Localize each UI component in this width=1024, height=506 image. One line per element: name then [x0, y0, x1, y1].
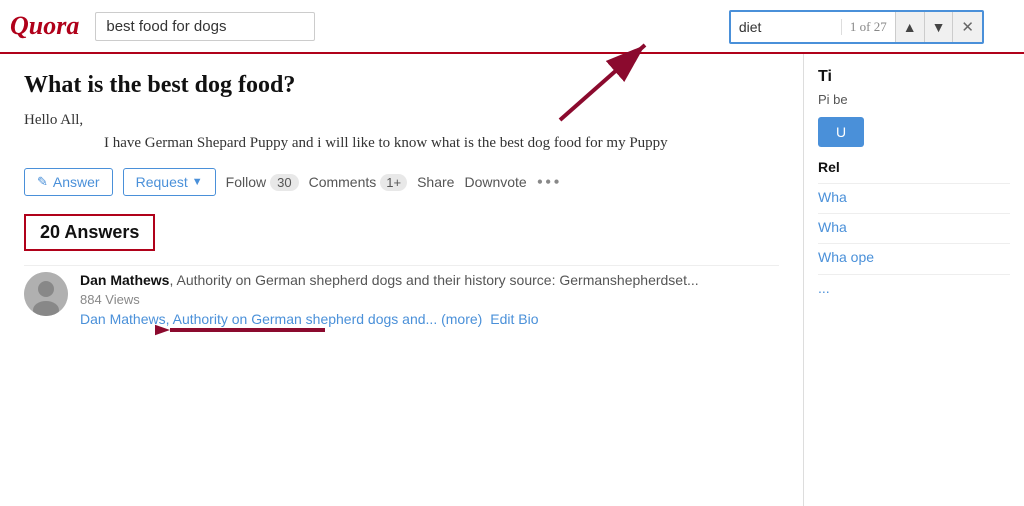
find-close-button[interactable]: ✕ [952, 12, 982, 42]
avatar [24, 272, 68, 316]
avatar-image [24, 272, 68, 316]
comments-link[interactable]: Comments 1+ [309, 174, 408, 191]
related-item-2[interactable]: Wha ope [818, 248, 1010, 266]
related-item-3[interactable]: ... [818, 279, 1010, 297]
more-button[interactable]: ••• [537, 172, 562, 193]
find-count: 1 of 27 [841, 19, 895, 35]
top-bar: Quora 1 of 27 ▲ ▼ ✕ [0, 0, 1024, 54]
find-prev-button[interactable]: ▲ [895, 12, 924, 42]
answers-count: 20 Answers [40, 222, 139, 242]
main-layout: What is the best dog food? Hello All, I … [0, 54, 1024, 506]
author-name[interactable]: Dan Mathews [80, 272, 169, 288]
share-link[interactable]: Share [417, 174, 454, 190]
sidebar-title: Ti [818, 68, 1010, 86]
more-link[interactable]: (more) [441, 311, 482, 327]
preview-text: Dan Mathews, Authority on German shepher… [80, 311, 437, 327]
quora-logo[interactable]: Quora [10, 11, 79, 41]
find-bar: 1 of 27 ▲ ▼ ✕ [729, 10, 984, 44]
answer-entry: Dan Mathews, Authority on German shepher… [24, 265, 779, 327]
search-input[interactable] [95, 12, 315, 41]
answer-label: Answer [53, 174, 100, 190]
answers-section: 20 Answers [24, 214, 155, 251]
related-title: Rel [818, 159, 1010, 175]
answer-preview: Dan Mathews, Authority on German shepher… [80, 311, 779, 327]
pencil-icon: ✎ [37, 174, 48, 190]
related-divider-1 [818, 213, 1010, 214]
answer-button[interactable]: ✎ Answer [24, 168, 113, 196]
request-button[interactable]: Request ▼ [123, 168, 216, 196]
comments-count: 1+ [380, 174, 407, 191]
find-input[interactable] [731, 15, 841, 39]
body-intro: Hello All, [24, 112, 83, 128]
dropdown-icon: ▼ [192, 176, 203, 188]
sidebar: Ti Pi be U Rel Wha Wha Wha ope ... [804, 54, 1024, 506]
follow-count: 30 [270, 174, 298, 191]
edit-bio-link[interactable]: Edit Bio [490, 311, 538, 327]
body-detail: I have German Shepard Puppy and i will l… [104, 132, 668, 155]
related-divider-2 [818, 243, 1010, 244]
author-bio: , Authority on German shepherd dogs and … [169, 272, 698, 288]
request-label: Request [136, 174, 188, 190]
related-divider [818, 183, 1010, 184]
question-title: What is the best dog food? [24, 72, 779, 99]
find-next-button[interactable]: ▼ [924, 12, 953, 42]
related-item-0[interactable]: Wha [818, 188, 1010, 206]
comments-label: Comments [309, 174, 377, 190]
downvote-link[interactable]: Downvote [464, 174, 526, 190]
question-body: Hello All, I have German Shepard Puppy a… [24, 109, 779, 154]
action-bar: ✎ Answer Request ▼ Follow 30 Comments 1+… [24, 168, 779, 196]
follow-link[interactable]: Follow 30 [226, 174, 299, 191]
related-divider-3 [818, 274, 1010, 275]
sidebar-cta-button[interactable]: U [818, 117, 864, 147]
related-item-1[interactable]: Wha [818, 218, 1010, 236]
view-count: 884 Views [80, 292, 779, 307]
content-area: What is the best dog food? Hello All, I … [0, 54, 804, 506]
follow-label: Follow [226, 174, 266, 190]
answer-meta: Dan Mathews, Authority on German shepher… [80, 272, 779, 327]
sidebar-desc: Pi be [818, 92, 1010, 107]
author-line: Dan Mathews, Authority on German shepher… [80, 272, 779, 290]
